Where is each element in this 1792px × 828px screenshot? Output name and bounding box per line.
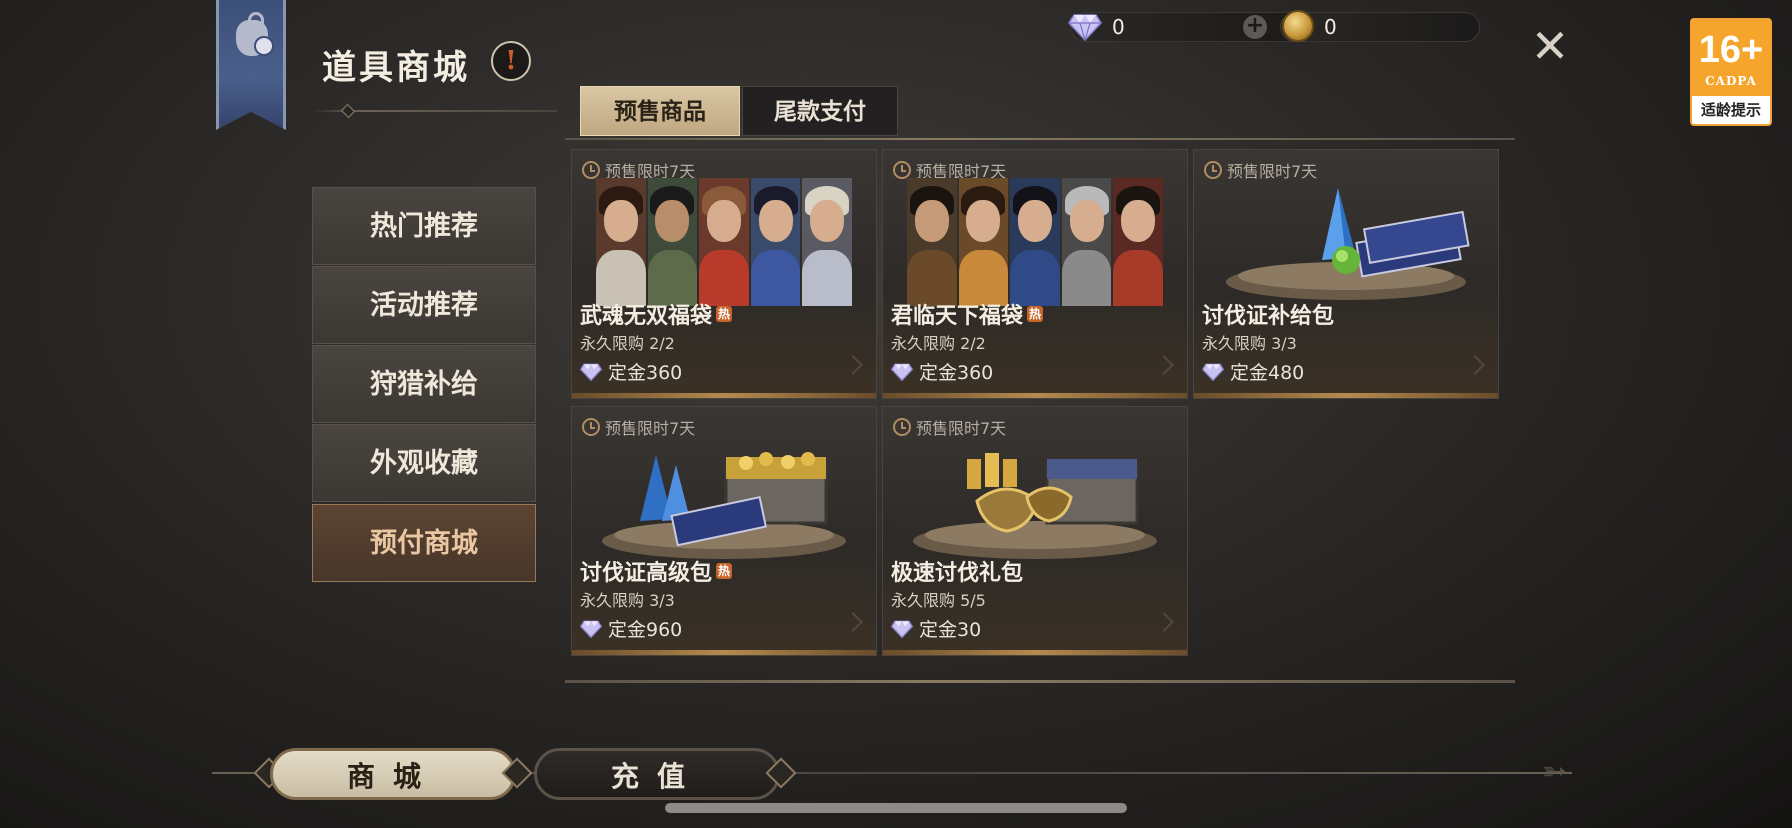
sidebar-item-hunting[interactable]: 狩猎补给	[312, 345, 536, 423]
deposit-price: 定金360	[608, 362, 683, 384]
gem-balance: 0	[1112, 15, 1125, 39]
chevron-right-icon	[1154, 355, 1174, 375]
info-icon[interactable]: !	[491, 41, 531, 81]
purchase-limit: 永久限购 3/3	[1202, 334, 1297, 353]
hot-badge: 热	[716, 306, 733, 322]
deposit-price: 定金960	[608, 619, 683, 641]
close-button[interactable]: ✕	[1528, 23, 1572, 70]
product-card[interactable]: 预售限时7天 极速讨伐礼包 永久限购 5/5 定金30	[882, 406, 1188, 656]
crystal-tickets-art	[1226, 188, 1470, 300]
age-rating: 16+	[1698, 29, 1764, 71]
clock-icon	[582, 418, 600, 436]
deposit-price: 定金30	[919, 619, 982, 641]
hot-badge: 热	[1027, 306, 1044, 322]
purchase-limit: 永久限购 3/3	[580, 591, 675, 610]
content-divider	[565, 680, 1515, 683]
gem-balance-bar	[1070, 12, 1305, 42]
product-name: 讨伐证补给包	[1202, 303, 1335, 329]
nav-recharge-button[interactable]: 充值	[534, 748, 780, 800]
nav-shop-button[interactable]: 商城	[270, 748, 516, 800]
diamond-icon	[891, 620, 913, 638]
clock-icon	[893, 418, 911, 436]
product-name: 讨伐证高级包	[580, 560, 713, 586]
tab-presale[interactable]: 预售商品	[580, 86, 740, 136]
age-tip: 适龄提示	[1700, 101, 1761, 119]
age-rating-badge: 16+ CADPA 适龄提示	[1690, 18, 1772, 126]
age-org: CADPA	[1705, 74, 1757, 88]
chevron-right-icon	[843, 355, 863, 375]
tab-final-payment[interactable]: 尾款支付	[742, 86, 898, 136]
deposit-price: 定金480	[1230, 362, 1305, 384]
crystals-chest-art	[602, 452, 846, 559]
product-name: 极速讨伐礼包	[891, 560, 1024, 586]
heroes-portrait-art	[907, 178, 1163, 306]
product-card[interactable]: 预售限时7天 讨伐证高级包热 永久限购 3/3 定金960	[571, 406, 877, 656]
chevron-right-icon	[1154, 612, 1174, 632]
sidebar-item-hot[interactable]: 热门推荐	[312, 187, 536, 265]
arrow-ornament-icon: ➳	[1542, 754, 1568, 789]
chevron-right-icon	[1465, 355, 1485, 375]
heroes-portrait-art	[596, 178, 852, 306]
purchase-limit: 永久限购 2/2	[891, 334, 986, 353]
hot-badge: 热	[716, 563, 733, 579]
home-indicator[interactable]	[665, 803, 1127, 813]
coin-emblem-icon	[254, 36, 274, 56]
add-gems-button[interactable]: +	[1243, 15, 1267, 39]
product-card[interactable]: 预售限时7天 君临天下福袋热 永久限购 2/2 定金360	[882, 149, 1188, 399]
deposit-price: 定金360	[919, 362, 994, 384]
clock-icon	[582, 161, 600, 179]
gold-coin-icon	[1282, 10, 1314, 42]
gold-chest-art	[913, 453, 1157, 559]
divider-ornament-icon	[340, 103, 356, 119]
coin-balance: 0	[1324, 15, 1337, 39]
diamond-icon	[891, 363, 913, 381]
diamond-icon	[1068, 14, 1102, 41]
sidebar-item-prepaid[interactable]: 预付商城	[312, 504, 536, 582]
product-name: 武魂无双福袋	[580, 303, 713, 329]
product-card[interactable]: 预售限时7天 讨伐证补给包 永久限购 3/3 定金480	[1193, 149, 1499, 399]
sidebar-item-appearance[interactable]: 外观收藏	[312, 424, 536, 502]
product-card[interactable]: 预售限时7天 武魂无双福袋热 永久限购 2/2 定金360	[571, 149, 877, 399]
purchase-limit: 永久限购 5/5	[891, 591, 986, 610]
clock-icon	[1204, 161, 1222, 179]
purchase-limit: 永久限购 2/2	[580, 334, 675, 353]
page-title: 道具商城	[322, 48, 470, 88]
diamond-icon	[580, 363, 602, 381]
chevron-right-icon	[843, 612, 863, 632]
product-name: 君临天下福袋	[891, 303, 1024, 329]
clock-icon	[893, 161, 911, 179]
diamond-icon	[580, 620, 602, 638]
sidebar-item-events[interactable]: 活动推荐	[312, 266, 536, 344]
diamond-icon	[1202, 363, 1224, 381]
tabs-divider	[565, 138, 1515, 140]
